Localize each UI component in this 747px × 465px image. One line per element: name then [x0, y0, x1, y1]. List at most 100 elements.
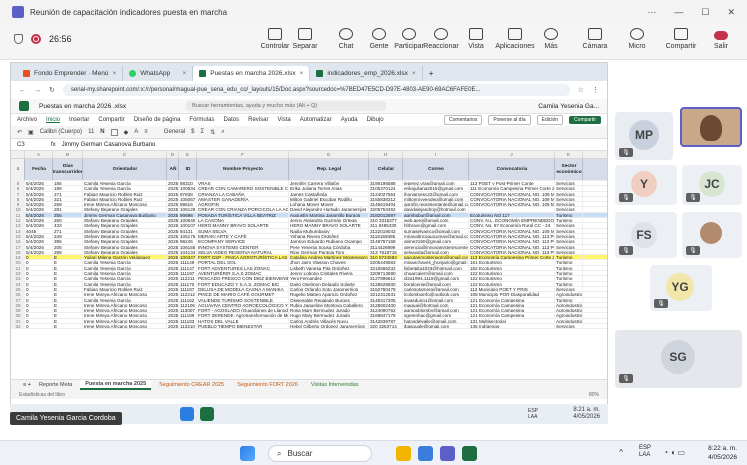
- table-cell[interactable]: E: [53, 302, 83, 308]
- cell-reference[interactable]: C3: [17, 142, 45, 148]
- table-cell[interactable]: 112106: [179, 302, 197, 308]
- table-cell[interactable]: 0: [25, 292, 53, 297]
- language-indicator[interactable]: ESP LAA: [639, 445, 651, 459]
- url-field[interactable]: senal-my.sharepoint.com/:x:/r/personal/m…: [62, 84, 570, 96]
- table-cell[interactable]: Dairo Oselmon Delgado Solarte: [289, 281, 369, 286]
- table-cell[interactable]: E: [53, 297, 83, 302]
- row-number[interactable]: 10: [11, 207, 25, 212]
- file-title[interactable]: Puestas en marcha 2026 .xlsx: [39, 103, 126, 110]
- table-cell[interactable]: Irene Mireya Africano Moscoso: [83, 318, 167, 324]
- table-cell[interactable]: 111 Economía Campesina Primer Corte 2: [469, 186, 555, 191]
- table-cell[interactable]: PINCE DE MARIO CAFÉ GOURMET: [197, 292, 289, 297]
- table-cell[interactable]: AVENTURÉRIR S.A.S ZOMAC: [197, 271, 289, 276]
- table-cell[interactable]: Servicios: [555, 233, 583, 239]
- table-cell[interactable]: FORT ZERENDE: Agrotransformación de Movi…: [197, 313, 289, 318]
- table-cell[interactable]: sumaselvainco@gmail.com: [403, 228, 469, 233]
- menu-ayuda[interactable]: Ayuda: [341, 117, 358, 123]
- table-cell[interactable]: 88310: [179, 181, 197, 186]
- tab-puestas-en-marcha[interactable]: Puestas en marcha 2026.xlsx ×: [193, 66, 311, 81]
- table-cell[interactable]: CONVOCATORIA NACIONAL NO. 113 POET: [469, 239, 555, 244]
- row-number[interactable]: 19: [11, 255, 25, 260]
- currency-icon[interactable]: $: [191, 129, 194, 135]
- table-cell[interactable]: 3148757168: [369, 239, 403, 244]
- table-cell[interactable]: Ecoturismo NO 117: [469, 212, 555, 218]
- row-number[interactable]: 21: [11, 265, 25, 271]
- column-letter[interactable]: F: [197, 151, 289, 158]
- table-cell[interactable]: 100640: [179, 218, 197, 223]
- table-cell[interactable]: INNOVA SYSTEMS CENTER: [197, 244, 289, 249]
- table-cell[interactable]: 84131: [179, 228, 197, 233]
- table-cell[interactable]: CREAR CON CRIANZA PORCICOLA LA AGUILA: [197, 207, 289, 212]
- table-cell[interactable]: 3152760479: [369, 286, 403, 292]
- table-cell[interactable]: boralcenie@gmail.com: [403, 281, 469, 286]
- table-cell[interactable]: 0: [25, 308, 53, 313]
- table-cell[interactable]: Lohana Moyer Moyer: [289, 202, 369, 207]
- table-cell[interactable]: Rogelio Matteo Aparicio Ordoñez: [289, 292, 369, 297]
- comments-button[interactable]: Comentarios: [444, 115, 483, 125]
- table-cell[interactable]: 161 Ecoturismo: [469, 260, 555, 265]
- table-cell[interactable]: 162 Ecoturismo: [469, 265, 555, 271]
- column-header[interactable]: ID: [179, 159, 197, 180]
- table-cell[interactable]: CREAR CON CAMARERO SOSTENIBLE CON: [197, 186, 289, 191]
- table-cell[interactable]: FORT ADVENTURES LAS ZONAC: [197, 265, 289, 271]
- table-cell[interactable]: gacutanmontenegro@gmail.com: [403, 255, 469, 260]
- row-number[interactable]: 20: [11, 260, 25, 265]
- table-cell[interactable]: agropoblomby@gmail.com: [403, 308, 469, 313]
- table-cell[interactable]: Servicios: [555, 228, 583, 233]
- sheet-tab-reporte-meta[interactable]: Reporte Meta: [34, 381, 77, 389]
- file-explorer-icon[interactable]: [396, 446, 411, 461]
- table-cell[interactable]: Nadia Muhumbajoy: [289, 228, 369, 233]
- table-cell[interactable]: 5/4/2026: [25, 239, 53, 244]
- table-cell[interactable]: 3168847178: [369, 313, 403, 318]
- menu-archivo[interactable]: Archivo: [17, 117, 37, 123]
- participant-tile-photo[interactable]: 🎙: [682, 212, 742, 258]
- table-cell[interactable]: 5/4/2026: [25, 207, 53, 212]
- table-cell[interactable]: 106155: [179, 244, 197, 249]
- table-cell[interactable]: Camila Yesenia García: [83, 260, 167, 265]
- table-cell[interactable]: chuarcalerr@gmail.com: [403, 271, 469, 276]
- table-cell[interactable]: 111147: [179, 265, 197, 271]
- table-cell[interactable]: CONVOCATORIA NACIONAL NO. 109 MUJ: [469, 196, 555, 202]
- table-cell[interactable]: PESCADO FRESCO CON DIEZ BIENVENIDOS: [197, 276, 289, 281]
- table-cell[interactable]: Fabian Mauricio Robles Ruiz: [83, 196, 167, 202]
- table-cell[interactable]: Irene Mireya Africano Moscoso: [83, 308, 167, 313]
- table-cell[interactable]: 0: [25, 281, 53, 286]
- function-icon[interactable]: fx: [51, 142, 56, 148]
- participant-tile-yg[interactable]: YG 🎙: [650, 265, 712, 311]
- table-cell[interactable]: 3205449583: [369, 260, 403, 265]
- table-cell[interactable]: Servicios: [555, 207, 583, 212]
- excel-taskbar-icon[interactable]: [462, 446, 477, 461]
- table-cell[interactable]: Jamson Eduardo Rubiano Ocampo: [289, 239, 369, 244]
- new-tab-icon[interactable]: +: [429, 69, 434, 78]
- table-cell[interactable]: 2025: [167, 186, 179, 191]
- table-cell[interactable]: 104134: [179, 249, 197, 255]
- table-cell[interactable]: 113 Economía Campesina Primer Corte 2: [469, 255, 555, 260]
- column-letter[interactable]: E: [179, 151, 197, 158]
- table-cell[interactable]: 310 3315377: [369, 218, 403, 223]
- table-cell[interactable]: lcolomboinfo@outlook.com: [403, 292, 469, 297]
- table-cell[interactable]: 2025: [167, 196, 179, 202]
- table-cell[interactable]: Turismo: [555, 255, 583, 260]
- sort-icon[interactable]: ⇅: [210, 129, 215, 136]
- table-cell[interactable]: 281: [53, 207, 83, 212]
- undo-icon[interactable]: ↶: [17, 129, 22, 136]
- workbook-stats[interactable]: Estadísticas del libro: [19, 392, 65, 398]
- column-letter[interactable]: J: [469, 151, 555, 158]
- table-cell[interactable]: Camila Yesenia García: [83, 276, 167, 281]
- table-cell[interactable]: E: [53, 318, 83, 324]
- table-cell[interactable]: 0: [25, 260, 53, 265]
- table-cell[interactable]: 2025: [167, 271, 179, 276]
- table-cell[interactable]: 3105370124: [369, 186, 403, 191]
- table-cell[interactable]: 2025: [167, 308, 179, 313]
- table-cell[interactable]: Jimmy German Casanova Burbano: [83, 212, 167, 218]
- table-cell[interactable]: 111183: [179, 318, 197, 324]
- table-cell[interactable]: Oswenalde Regalado Burgos: [289, 297, 369, 302]
- table-cell[interactable]: Pere Yesenia Sousa Córdoba: [289, 244, 369, 249]
- font-color-icon[interactable]: A: [134, 129, 138, 135]
- table-cell[interactable]: 433: [53, 223, 83, 228]
- menu-dibujo[interactable]: Dibujo: [367, 117, 384, 123]
- table-cell[interactable]: Carlos Orlando Soto Jaramerrijos: [289, 286, 369, 292]
- table-cell[interactable]: David Alejandro Hurtado Jaramerrijos: [289, 207, 369, 212]
- sheet-nav-icon[interactable]: ≡ +: [23, 382, 31, 388]
- network-volume-battery-icons[interactable]: ◔ ◖ ▭: [663, 448, 685, 457]
